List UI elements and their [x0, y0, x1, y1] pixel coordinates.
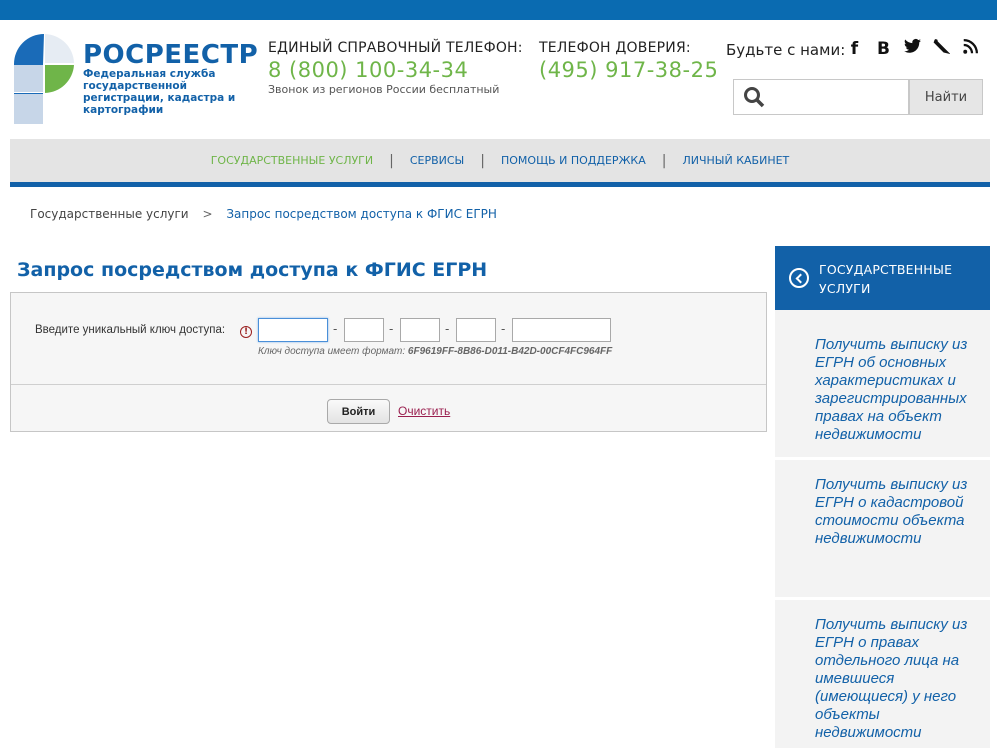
enter-button[interactable]: Войти [327, 399, 390, 424]
breadcrumb-item-current: Запрос посредством доступа к ФГИС ЕГРН [226, 207, 497, 221]
hotline-label: ЕДИНЫЙ СПРАВОЧНЫЙ ТЕЛЕФОН: [268, 40, 523, 56]
form-actions: Войти Очистить [11, 385, 766, 431]
clear-link[interactable]: Очистить [398, 404, 450, 418]
sidebar-header[interactable]: ГОСУДАРСТВЕННЫЕ УСЛУГИ [775, 246, 990, 310]
key-format-hint: Ключ доступа имеет формат: 6F9619FF-8B86… [258, 346, 612, 357]
key-format-hint-prefix: Ключ доступа имеет формат: [258, 346, 406, 357]
info-icon[interactable]: ! [240, 326, 252, 338]
trust-line-label: ТЕЛЕФОН ДОВЕРИЯ: [539, 40, 691, 56]
breadcrumb: Государственные услуги > Запрос посредст… [30, 207, 497, 221]
key-part-4-input[interactable] [456, 318, 496, 342]
twitter-icon[interactable] [904, 38, 921, 61]
search-input[interactable] [772, 84, 904, 110]
social-label: Будьте с нами: [726, 41, 846, 59]
sidebar-item-extract-main-characteristics[interactable]: Получить выписку из ЕГРН об основных хар… [775, 310, 990, 460]
key-part-2-input[interactable] [344, 318, 384, 342]
form-fields: Введите уникальный ключ доступа: ! - - -… [11, 293, 766, 385]
trust-line-number[interactable]: (495) 917-38-25 [539, 58, 718, 82]
facebook-icon[interactable]: f [846, 38, 863, 61]
breadcrumb-item-gov-services[interactable]: Государственные услуги [30, 207, 189, 221]
logo-title[interactable]: РОСРЕЕСТР [83, 40, 258, 70]
sidebar-item-extract-person-rights[interactable]: Получить выписку из ЕГРН о правах отдель… [775, 600, 990, 751]
search-box [733, 79, 909, 115]
trust-line-block: ТЕЛЕФОН ДОВЕРИЯ: (495) 917-38-25 [539, 40, 718, 82]
logo-subtitle: Федеральная служба государственной регис… [83, 68, 236, 116]
nav-item-account[interactable]: ЛИЧНЫЙ КАБИНЕТ [666, 154, 805, 167]
search-button[interactable]: Найти [909, 79, 983, 115]
key-label: Введите уникальный ключ доступа: [35, 324, 226, 336]
page-title: Запрос посредством доступа к ФГИС ЕГРН [17, 259, 488, 281]
sidebar-header-title: ГОСУДАРСТВЕННЫЕ УСЛУГИ [819, 262, 953, 296]
breadcrumb-separator: > [202, 207, 213, 221]
key-part-5-input[interactable] [512, 318, 611, 342]
main-nav: ГОСУДАРСТВЕННЫЕ УСЛУГИ | СЕРВИСЫ | ПОМОЩ… [10, 139, 990, 187]
rosreestr-logo-icon[interactable] [14, 34, 74, 124]
nav-item-help[interactable]: ПОМОЩЬ И ПОДДЕРЖКА [485, 154, 662, 167]
key-format-example: 6F9619FF-8B86-D011-B42D-00CF4FC964FF [407, 346, 613, 357]
vk-icon[interactable]: B [875, 38, 892, 61]
chevron-left-circle-icon [789, 268, 809, 288]
social-icons: f B [846, 38, 979, 61]
key-dash: - [389, 322, 394, 336]
key-dash: - [333, 322, 338, 336]
nav-item-services[interactable]: СЕРВИСЫ [394, 154, 480, 167]
access-key-form: Введите уникальный ключ доступа: ! - - -… [10, 292, 767, 432]
key-dash: - [445, 322, 450, 336]
nav-item-gov-services[interactable]: ГОСУДАРСТВЕННЫЕ УСЛУГИ [195, 154, 389, 167]
hotline-number[interactable]: 8 (800) 100-34-34 [268, 58, 523, 82]
rss-icon[interactable] [962, 38, 979, 61]
search-icon [744, 87, 765, 108]
livejournal-icon[interactable] [933, 38, 951, 61]
sidebar-item-extract-cadastral-value[interactable]: Получить выписку из ЕГРН о кадастровой с… [775, 460, 990, 600]
hotline-note: Звонок из регионов России бесплатный [268, 83, 500, 96]
key-part-1-input[interactable] [258, 318, 328, 342]
key-dash: - [501, 322, 506, 336]
key-part-3-input[interactable] [400, 318, 440, 342]
top-bar [0, 0, 997, 20]
hotline-block: ЕДИНЫЙ СПРАВОЧНЫЙ ТЕЛЕФОН: 8 (800) 100-3… [268, 40, 523, 96]
